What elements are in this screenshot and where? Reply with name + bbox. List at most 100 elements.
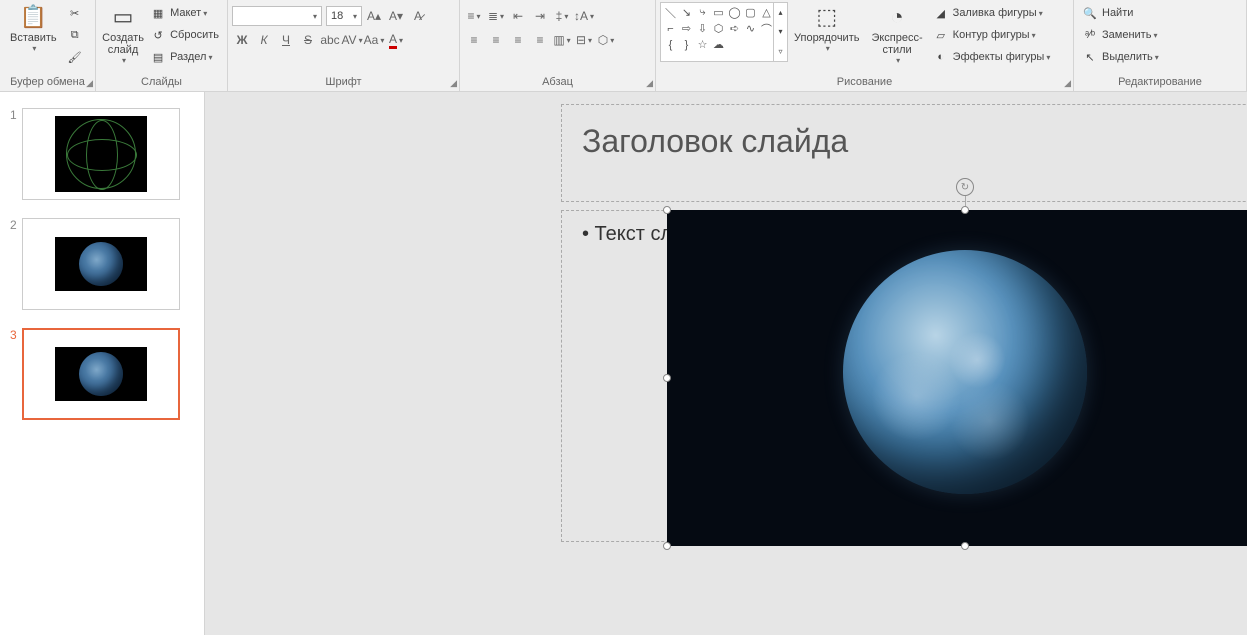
- shape-fill-button[interactable]: ◢Заливка фигуры▾: [929, 2, 1055, 24]
- shape-oval[interactable]: ◯: [727, 5, 742, 20]
- increase-font-button[interactable]: A▴: [364, 6, 384, 26]
- cut-button[interactable]: ✂: [63, 2, 91, 24]
- format-painter-button[interactable]: 🖌: [63, 46, 91, 68]
- dialog-launcher-icon[interactable]: ◢: [1064, 78, 1071, 89]
- strike-button[interactable]: S: [298, 30, 318, 50]
- shape-effects-button[interactable]: ◐Эффекты фигуры▾: [929, 46, 1055, 68]
- reset-icon: ↺: [150, 29, 166, 42]
- effects-icon: ◐: [933, 51, 949, 63]
- bullets-button[interactable]: ≡▾: [464, 6, 484, 26]
- char-spacing-button[interactable]: AV▾: [342, 30, 362, 50]
- gallery-more-icon[interactable]: ▿: [774, 42, 787, 61]
- shape-rounded[interactable]: ▢: [743, 5, 758, 20]
- shape-arrow-block[interactable]: ➪: [727, 21, 742, 36]
- clipboard-icon: 📋: [20, 4, 47, 30]
- arrange-button[interactable]: ⬚ Упорядочить ▾: [788, 2, 865, 55]
- copy-button[interactable]: ⧉: [63, 24, 91, 46]
- shape-rect[interactable]: ▭: [711, 5, 726, 20]
- align-left-button[interactable]: ≡: [464, 30, 484, 50]
- shape-brace-l[interactable]: {: [663, 37, 678, 52]
- shape-arrow-down[interactable]: ⇩: [695, 21, 710, 36]
- text-direction-button[interactable]: ↕A▾: [574, 6, 594, 26]
- dialog-launcher-icon[interactable]: ◢: [646, 78, 653, 89]
- dialog-launcher-icon[interactable]: ◢: [86, 78, 93, 89]
- group-slides: ▭ Создать слайд ▾ ▦Макет▾ ↺Сбросить ▤Раз…: [96, 0, 228, 91]
- underline-button[interactable]: Ч: [276, 30, 296, 50]
- section-button[interactable]: ▤Раздел▾: [146, 46, 223, 68]
- bold-button[interactable]: Ж: [232, 30, 252, 50]
- arrange-icon: ⬚: [816, 4, 837, 30]
- gallery-up-icon[interactable]: ▴: [774, 3, 787, 22]
- styles-icon: ◔: [890, 4, 903, 30]
- shape-line-arrow[interactable]: ↘: [679, 5, 694, 20]
- shape-brace-r[interactable]: }: [679, 37, 694, 52]
- justify-button[interactable]: ≡: [530, 30, 550, 50]
- shape-arc[interactable]: ⌒: [759, 21, 774, 36]
- decrease-font-button[interactable]: A▾: [386, 6, 406, 26]
- layout-icon: ▦: [150, 7, 166, 20]
- thumbnail-1[interactable]: 1: [10, 108, 194, 200]
- find-button[interactable]: 🔍Найти: [1078, 2, 1163, 24]
- align-text-button[interactable]: ⊟▾: [574, 30, 594, 50]
- layout-button[interactable]: ▦Макет▾: [146, 2, 223, 24]
- resize-handle-tl[interactable]: [663, 206, 671, 214]
- clear-formatting-button[interactable]: A̷: [408, 6, 428, 26]
- shape-outline-button[interactable]: ▱Контур фигуры▾: [929, 24, 1055, 46]
- resize-handle-bl[interactable]: [663, 542, 671, 550]
- align-right-button[interactable]: ≡: [508, 30, 528, 50]
- ribbon: 📋 Вставить ▾ ✂ ⧉ 🖌 Буфер обмена◢ ▭ Созда…: [0, 0, 1247, 92]
- gallery-down-icon[interactable]: ▾: [774, 22, 787, 41]
- quick-styles-button[interactable]: ◔ Экспресс- стили ▾: [865, 2, 928, 67]
- font-name-combo[interactable]: ▾: [232, 6, 322, 26]
- current-slide: Заголовок слайда • Текст сл ↻ 📋: [263, 104, 1247, 635]
- cursor-icon: ↖: [1082, 51, 1098, 64]
- shape-hexagon[interactable]: ⬡: [711, 21, 726, 36]
- title-placeholder[interactable]: Заголовок слайда: [561, 104, 1247, 202]
- resize-handle-tc[interactable]: [961, 206, 969, 214]
- replace-icon: ᵃ⁄ᵇ: [1082, 29, 1098, 41]
- replace-button[interactable]: ᵃ⁄ᵇЗаменить▾: [1078, 24, 1163, 46]
- columns-button[interactable]: ▥▾: [552, 30, 572, 50]
- shape-arrow-right[interactable]: ⇨: [679, 21, 694, 36]
- inserted-image[interactable]: ↻: [667, 210, 1247, 546]
- new-slide-icon: ▭: [113, 4, 134, 30]
- resize-handle-ml[interactable]: [663, 374, 671, 382]
- group-drawing: ＼ ↘ ⤷ ▭ ◯ ▢ △ ⌐ ⇨ ⇩ ⬡ ➪ ∿ ⌒ { } ☆ ☁ ▴: [656, 0, 1074, 91]
- change-case-button[interactable]: Aa▾: [364, 30, 384, 50]
- align-center-button[interactable]: ≡: [486, 30, 506, 50]
- shapes-gallery[interactable]: ＼ ↘ ⤷ ▭ ◯ ▢ △ ⌐ ⇨ ⇩ ⬡ ➪ ∿ ⌒ { } ☆ ☁ ▴: [660, 2, 788, 62]
- shape-star[interactable]: ☆: [695, 37, 710, 52]
- brush-icon: 🖌: [67, 51, 83, 64]
- thumbnail-3[interactable]: 3: [10, 328, 194, 420]
- font-size-combo[interactable]: 18▾: [326, 6, 362, 26]
- paste-button[interactable]: 📋 Вставить ▾: [4, 2, 63, 55]
- copy-icon: ⧉: [67, 29, 83, 42]
- shape-line[interactable]: ＼: [663, 5, 678, 20]
- shape-curve[interactable]: ∿: [743, 21, 758, 36]
- chevron-down-icon: ▾: [122, 56, 126, 65]
- select-button[interactable]: ↖Выделить▾: [1078, 46, 1163, 68]
- smartart-button[interactable]: ⬡▾: [596, 30, 616, 50]
- numbering-button[interactable]: ≣▾: [486, 6, 506, 26]
- italic-button[interactable]: К: [254, 30, 274, 50]
- resize-handle-bc[interactable]: [961, 542, 969, 550]
- increase-indent-button[interactable]: ⇥: [530, 6, 550, 26]
- group-clipboard: 📋 Вставить ▾ ✂ ⧉ 🖌 Буфер обмена◢: [0, 0, 96, 91]
- shape-connector[interactable]: ⤷: [695, 5, 710, 20]
- slide-canvas-area[interactable]: Заголовок слайда • Текст сл ↻ 📋: [205, 92, 1247, 635]
- decrease-indent-button[interactable]: ⇤: [508, 6, 528, 26]
- reset-button[interactable]: ↺Сбросить: [146, 24, 223, 46]
- shape-elbow[interactable]: ⌐: [663, 21, 678, 36]
- thumbnail-2[interactable]: 2: [10, 218, 194, 310]
- rotate-handle[interactable]: ↻: [956, 178, 974, 196]
- section-icon: ▤: [150, 51, 166, 64]
- shape-cloud[interactable]: ☁: [711, 37, 726, 52]
- new-slide-button[interactable]: ▭ Создать слайд ▾: [100, 2, 146, 67]
- workspace: 1 2 3 Заголовок слайда • Текст сл ↻: [0, 92, 1247, 635]
- shape-triangle[interactable]: △: [759, 5, 774, 20]
- font-color-button[interactable]: A▾: [386, 30, 406, 50]
- line-spacing-button[interactable]: ‡▾: [552, 6, 572, 26]
- text-shadow-button[interactable]: abc: [320, 30, 340, 50]
- group-editing: 🔍Найти ᵃ⁄ᵇЗаменить▾ ↖Выделить▾ Редактиро…: [1074, 0, 1247, 91]
- dialog-launcher-icon[interactable]: ◢: [450, 78, 457, 89]
